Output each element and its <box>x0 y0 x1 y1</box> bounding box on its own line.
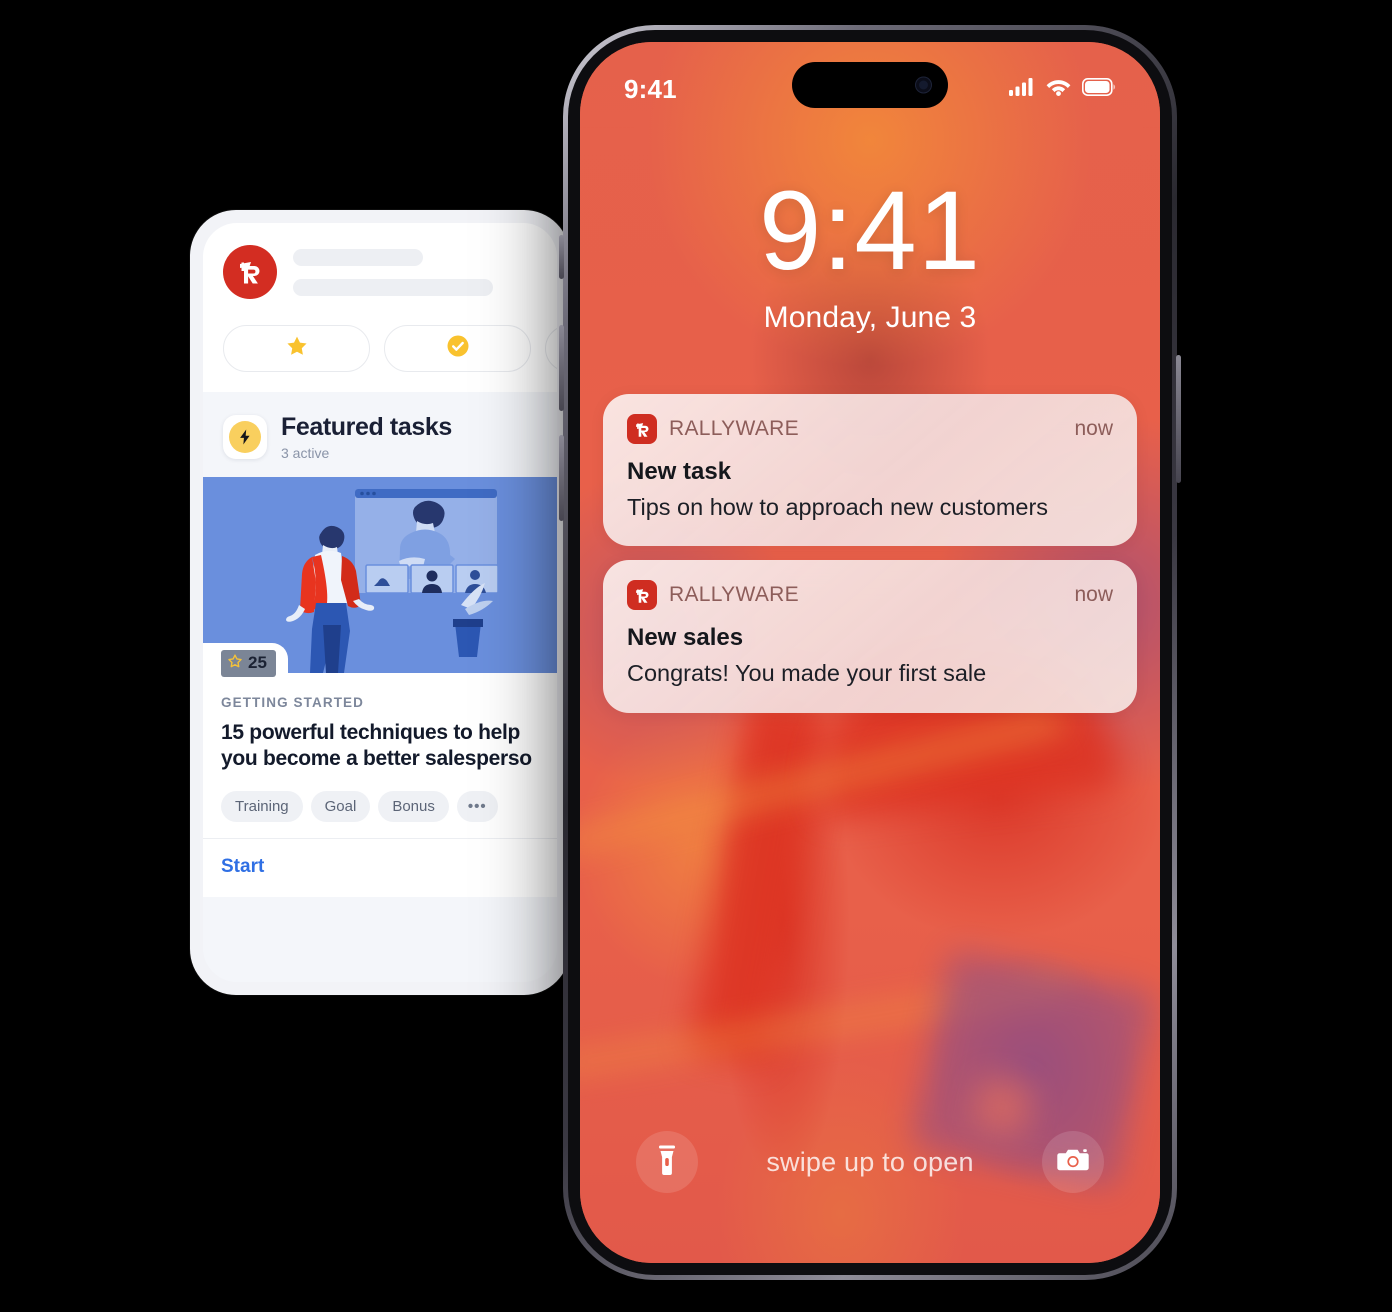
more-tags-button[interactable]: ••• <box>456 791 498 823</box>
app-header-top-row <box>223 245 537 299</box>
notification-title: New sales <box>627 624 744 652</box>
flashlight-button[interactable] <box>636 1131 698 1193</box>
swipe-up-hint: swipe up to open <box>766 1146 974 1177</box>
task-card[interactable]: 25 GETTING STARTED 15 powerful technique… <box>203 476 557 898</box>
task-category-label: GETTING STARTED <box>221 694 364 710</box>
notification-timestamp: now <box>1074 583 1113 607</box>
task-title: 15 powerful techniques to help you becom… <box>221 720 539 774</box>
battery-icon <box>1082 77 1116 101</box>
notification-app-name: RALLYWARE <box>669 583 799 607</box>
task-title-line-2: you become a better salesperso <box>221 747 532 771</box>
points-value: 25 <box>248 653 267 672</box>
rallyware-app-icon <box>627 580 657 611</box>
task-title-line-1: 15 powerful techniques to help <box>221 720 521 744</box>
tag-training[interactable]: Training <box>221 791 303 823</box>
lock-screen[interactable]: 9:41 9:41 Monday, June 3 RALLYWARE now N… <box>580 42 1160 1263</box>
right-phone-power-button[interactable] <box>1176 355 1181 483</box>
notification-message: Congrats! You made your first sale <box>627 660 987 687</box>
task-card-body: 25 GETTING STARTED 15 powerful technique… <box>203 642 557 839</box>
right-phone-mute-switch[interactable] <box>559 235 564 279</box>
chip-star[interactable] <box>223 325 370 372</box>
task-start-row[interactable]: Start <box>203 839 557 897</box>
chip-partial-cut-off[interactable] <box>545 325 557 372</box>
tag-goal[interactable]: Goal <box>310 791 371 823</box>
chip-check[interactable] <box>384 325 531 372</box>
notification-card[interactable]: RALLYWARE now New task Tips on how to ap… <box>603 394 1137 547</box>
skeleton-line-2 <box>293 278 493 296</box>
featured-tasks-section-header: Featured tasks 3 active <box>203 392 557 477</box>
front-camera-icon <box>915 76 932 94</box>
wallpaper-shape-book-inner <box>969 1074 1036 1140</box>
right-phone-device: 9:41 9:41 Monday, June 3 RALLYWARE now N… <box>559 25 1181 1280</box>
notification-message: Tips on how to approach new customers <box>627 494 1049 520</box>
wallpaper-shape-leg <box>688 697 828 1066</box>
lock-screen-time: 9:41 <box>759 168 981 293</box>
right-phone-volume-down-button[interactable] <box>559 435 564 521</box>
star-icon <box>285 334 309 363</box>
lightning-bolt-icon <box>223 415 267 460</box>
start-button[interactable]: Start <box>221 856 264 877</box>
star-outline-icon <box>227 653 243 674</box>
tag-bonus[interactable]: Bonus <box>378 791 449 823</box>
lock-screen-bottom-bar: swipe up to open <box>580 1131 1160 1193</box>
app-header <box>203 223 557 392</box>
right-phone-volume-up-button[interactable] <box>559 325 564 411</box>
status-bar-icons <box>1009 77 1116 101</box>
points-badge-container: 25 <box>203 642 288 677</box>
left-phone-device: Featured tasks 3 active 25 GETTING START… <box>190 210 570 995</box>
points-badge: 25 <box>221 649 276 677</box>
camera-button[interactable] <box>1041 1131 1104 1193</box>
notification-title: New task <box>627 458 732 485</box>
notification-timestamp: now <box>1074 417 1113 440</box>
rallyware-logo-icon <box>223 245 277 299</box>
cellular-signal-icon <box>1009 77 1035 101</box>
header-chip-row <box>223 299 557 392</box>
notification-header: RALLYWARE now <box>627 414 1113 444</box>
skeleton-line-1 <box>293 248 423 266</box>
lock-screen-clock-block: 9:41 Monday, June 3 <box>580 175 1160 335</box>
dynamic-island <box>792 62 948 108</box>
status-bar-time: 9:41 <box>624 73 677 104</box>
lock-screen-date: Monday, June 3 <box>763 301 977 334</box>
flashlight-icon <box>654 1145 680 1180</box>
featured-tasks-text: Featured tasks 3 active <box>281 413 452 461</box>
check-circle-icon <box>446 334 470 363</box>
notification-card[interactable]: RALLYWARE now New sales Congrats! You ma… <box>603 560 1137 713</box>
rallyware-app-icon <box>627 414 657 444</box>
task-tag-row: Training Goal Bonus ••• <box>221 773 539 838</box>
featured-tasks-count: 3 active <box>281 444 330 461</box>
page-title: Featured tasks <box>281 413 452 441</box>
notification-header: RALLYWARE now <box>627 580 1113 611</box>
left-phone-screen: Featured tasks 3 active 25 GETTING START… <box>203 223 557 982</box>
notification-stack: RALLYWARE now New task Tips on how to ap… <box>603 394 1137 713</box>
wifi-icon <box>1046 77 1071 101</box>
header-skeleton-placeholders <box>293 248 537 296</box>
notification-app-name: RALLYWARE <box>669 417 799 440</box>
camera-icon <box>1057 1147 1089 1178</box>
